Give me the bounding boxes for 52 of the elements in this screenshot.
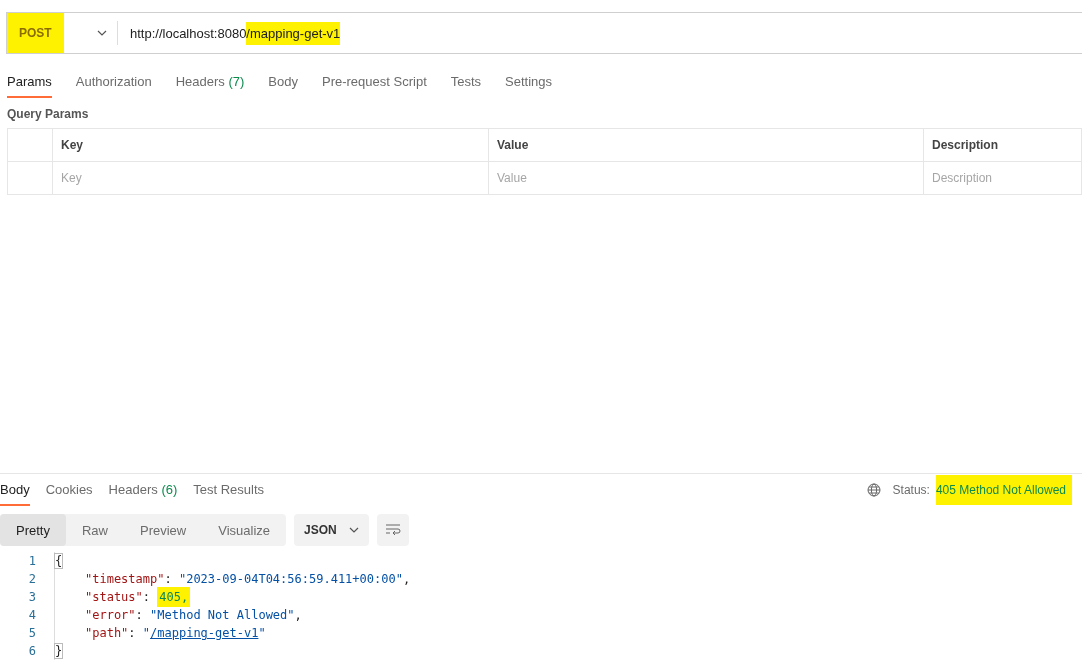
- code-token: "timestamp": [85, 572, 165, 586]
- globe-icon[interactable]: [866, 483, 881, 497]
- line-number: 3: [27, 590, 37, 604]
- response-tab[interactable]: Test Results: [193, 474, 265, 506]
- column-header: Key: [53, 129, 489, 162]
- method-dropdown[interactable]: POST: [7, 13, 64, 53]
- view-mode-button[interactable]: Pretty: [0, 514, 66, 546]
- code-token: "status": [85, 590, 143, 604]
- chevron-down-icon[interactable]: [97, 30, 107, 36]
- response-tab[interactable]: Cookies: [45, 474, 93, 506]
- line-number: 2: [27, 572, 37, 586]
- line-number: 6: [27, 644, 37, 658]
- code-token: "error": [85, 608, 136, 622]
- request-tab[interactable]: Headers (7): [175, 66, 245, 98]
- code-token: :: [135, 608, 144, 622]
- line-number: 5: [27, 626, 37, 640]
- column-header: Description: [924, 129, 1082, 162]
- format-dropdown[interactable]: JSON: [294, 514, 369, 546]
- chevron-down-icon: [348, 527, 359, 533]
- url-text[interactable]: /mapping-get-v1: [246, 21, 341, 45]
- code-token: ,: [402, 572, 411, 586]
- request-tab[interactable]: Pre-request Script: [322, 66, 427, 98]
- code-token: ": [142, 626, 151, 640]
- code-token: "2023-09-04T04:56:59.411+00:00": [178, 572, 403, 586]
- request-tab[interactable]: Params: [7, 66, 52, 98]
- section-title: Query Params: [7, 107, 90, 121]
- view-mode-button[interactable]: Visualize: [202, 514, 287, 546]
- code-token: 405,: [157, 587, 191, 607]
- code-token: "path": [85, 626, 129, 640]
- line-number: 4: [27, 608, 37, 622]
- code-token: ,: [294, 608, 302, 622]
- code-token: }: [55, 644, 63, 658]
- request-tab[interactable]: Settings: [505, 66, 553, 98]
- response-tab[interactable]: Body: [0, 474, 30, 506]
- view-mode-button[interactable]: Preview: [124, 514, 203, 546]
- request-tab[interactable]: Tests: [450, 66, 482, 98]
- code-token: :: [164, 572, 173, 586]
- code-token: ": [258, 626, 266, 640]
- wrap-lines-icon: [384, 524, 401, 536]
- line-number: 1: [27, 554, 37, 568]
- view-mode-button[interactable]: Raw: [65, 514, 124, 546]
- path-link[interactable]: /mapping-get-v1: [150, 626, 259, 640]
- request-tab[interactable]: Authorization: [75, 66, 152, 98]
- status-label: Status:: [892, 483, 930, 497]
- code-token: :: [128, 626, 137, 640]
- status-value: 405 Method Not Allowed: [935, 475, 1072, 505]
- column-header: Value: [489, 129, 924, 162]
- response-tab[interactable]: Headers (6): [108, 474, 178, 506]
- code-token: "Method Not Allowed": [150, 608, 295, 622]
- request-tab[interactable]: Body: [268, 66, 298, 98]
- code-token: :: [142, 590, 152, 604]
- code-token: {: [55, 554, 63, 568]
